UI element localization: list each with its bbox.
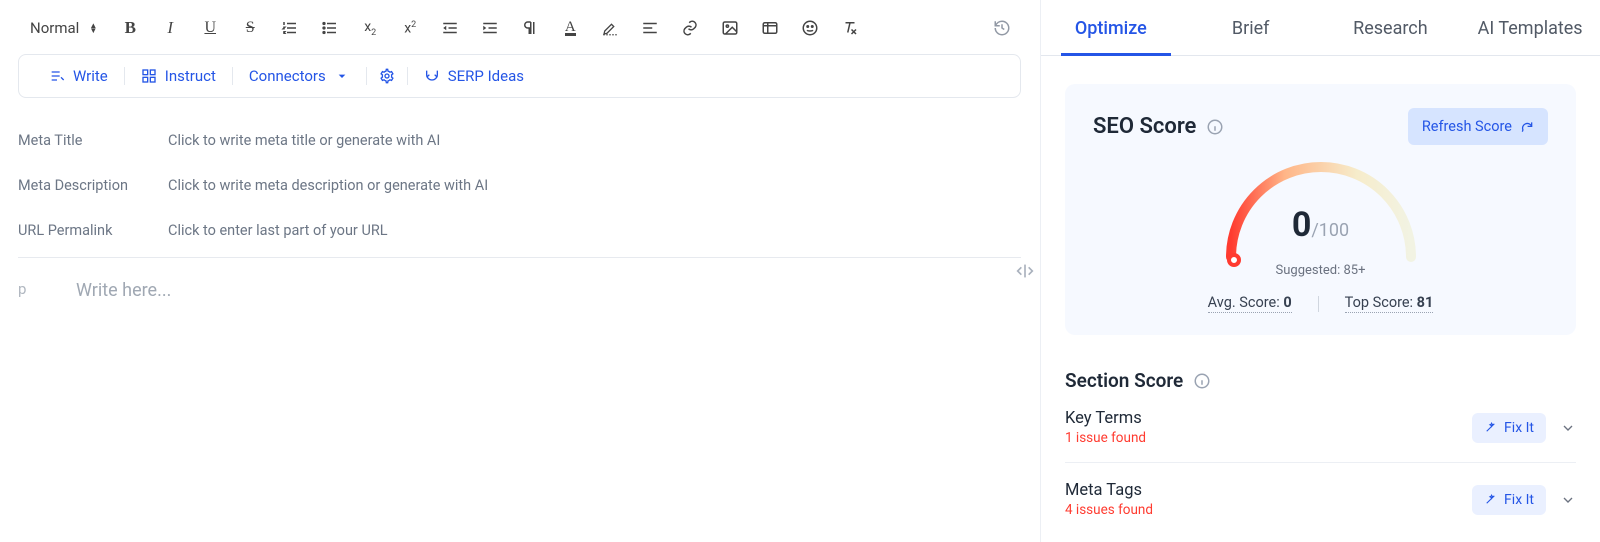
italic-icon[interactable]: I	[157, 15, 183, 41]
image-icon[interactable]	[717, 15, 743, 41]
tab-ai-templates[interactable]: AI Templates	[1460, 0, 1600, 55]
ai-write-button[interactable]: Write	[33, 55, 124, 97]
bold-icon[interactable]: B	[117, 15, 143, 41]
ai-write-label: Write	[73, 67, 108, 85]
unordered-list-icon[interactable]	[317, 15, 343, 41]
meta-url-label: URL Permalink	[18, 222, 168, 239]
block-tag-gutter: p	[18, 280, 76, 298]
refresh-score-button[interactable]: Refresh Score	[1408, 108, 1548, 145]
ai-settings-button[interactable]	[367, 55, 407, 97]
paragraph-dir-icon[interactable]	[517, 15, 543, 41]
superscript-icon[interactable]: x2	[397, 15, 423, 41]
tab-brief-label: Brief	[1232, 18, 1270, 39]
info-icon[interactable]	[1193, 372, 1211, 390]
magic-wand-icon	[1484, 421, 1497, 434]
seo-score-max: /100	[1311, 220, 1349, 241]
gear-icon	[379, 68, 395, 84]
section-score-title: Section Score	[1065, 369, 1183, 392]
editor-placeholder: Write here...	[76, 280, 171, 301]
text-color-icon[interactable]: A	[557, 15, 583, 41]
divider	[18, 257, 1021, 258]
clear-format-icon[interactable]	[837, 15, 863, 41]
issue-name: Key Terms	[1065, 409, 1146, 428]
meta-fields: Meta Title Click to write meta title or …	[18, 118, 1021, 258]
media-icon[interactable]	[757, 15, 783, 41]
tab-research[interactable]: Research	[1321, 0, 1461, 55]
meta-url-row: URL Permalink Click to enter last part o…	[18, 208, 1021, 253]
magic-wand-icon	[1484, 493, 1497, 506]
fix-it-label: Fix It	[1504, 420, 1534, 436]
ai-instruct-button[interactable]: Instruct	[125, 55, 232, 97]
meta-title-row: Meta Title Click to write meta title or …	[18, 118, 1021, 163]
history-icon[interactable]	[989, 15, 1015, 41]
ai-serp-button[interactable]: SERP Ideas	[408, 55, 540, 97]
tab-brief[interactable]: Brief	[1181, 0, 1321, 55]
link-icon[interactable]	[677, 15, 703, 41]
seo-score-number: 0	[1292, 205, 1312, 245]
sort-updown-icon: ▲▼	[89, 23, 97, 33]
ai-serp-label: SERP Ideas	[448, 67, 524, 85]
top-score: Top Score: 81	[1345, 294, 1434, 313]
ai-action-bar: Write Instruct Connectors SERP Ideas	[18, 54, 1021, 98]
format-toolbar: Normal ▲▼ B I U S x2 x2	[18, 10, 1021, 46]
highlight-icon[interactable]	[597, 15, 623, 41]
text-style-label: Normal	[30, 19, 79, 37]
separator	[1318, 296, 1319, 312]
refresh-score-label: Refresh Score	[1422, 118, 1512, 135]
meta-description-row: Meta Description Click to write meta des…	[18, 163, 1021, 208]
fix-it-button[interactable]: Fix It	[1472, 485, 1546, 515]
ai-connectors-label: Connectors	[249, 67, 326, 85]
issue-row-meta-tags: Meta Tags 4 issues found Fix It	[1065, 462, 1576, 524]
ai-instruct-label: Instruct	[165, 67, 216, 85]
underline-icon[interactable]: U	[197, 15, 223, 41]
panel-tabs: Optimize Brief Research AI Templates	[1041, 0, 1600, 56]
seo-benchmark-row: Avg. Score: 0 Top Score: 81	[1093, 294, 1548, 313]
chevron-down-icon[interactable]	[1560, 492, 1576, 508]
seo-score-value: 0/100	[1211, 205, 1431, 245]
gauge-needle-dot	[1227, 253, 1241, 267]
issue-name: Meta Tags	[1065, 481, 1153, 500]
editor-body[interactable]: p Write here...	[18, 280, 1021, 301]
meta-url-input[interactable]: Click to enter last part of your URL	[168, 222, 388, 239]
issue-count: 1 issue found	[1065, 430, 1146, 446]
issue-row-key-terms: Key Terms 1 issue found Fix It	[1065, 392, 1576, 452]
meta-title-label: Meta Title	[18, 132, 168, 149]
ordered-list-icon[interactable]	[277, 15, 303, 41]
tab-research-label: Research	[1353, 18, 1428, 39]
seo-score-title: SEO Score	[1093, 114, 1196, 139]
text-style-select[interactable]: Normal ▲▼	[24, 14, 103, 42]
refresh-icon	[1520, 120, 1534, 134]
chevron-down-icon	[334, 68, 350, 84]
fix-it-label: Fix It	[1504, 492, 1534, 508]
tab-optimize[interactable]: Optimize	[1041, 0, 1181, 55]
align-left-icon[interactable]	[637, 15, 663, 41]
panel-resize-handle[interactable]	[1010, 256, 1040, 286]
tab-underline	[1061, 53, 1171, 56]
section-score: Section Score Key Terms 1 issue found Fi…	[1065, 369, 1576, 524]
seo-gauge: 0/100 Suggested: 85+	[1093, 157, 1548, 278]
tab-optimize-label: Optimize	[1075, 18, 1147, 39]
indent-icon[interactable]	[477, 15, 503, 41]
meta-description-label: Meta Description	[18, 177, 168, 194]
right-panel: Optimize Brief Research AI Templates SEO…	[1040, 0, 1600, 542]
chevron-down-icon[interactable]	[1560, 420, 1576, 436]
emoji-icon[interactable]	[797, 15, 823, 41]
fix-it-button[interactable]: Fix It	[1472, 413, 1546, 443]
issue-count: 4 issues found	[1065, 502, 1153, 518]
seo-score-card: SEO Score Refresh Score	[1065, 84, 1576, 335]
info-icon[interactable]	[1206, 118, 1224, 136]
subscript-icon[interactable]: x2	[357, 15, 383, 41]
strike-icon[interactable]: S	[237, 15, 263, 41]
meta-title-input[interactable]: Click to write meta title or generate wi…	[168, 132, 440, 149]
ai-connectors-button[interactable]: Connectors	[233, 55, 366, 97]
meta-description-input[interactable]: Click to write meta description or gener…	[168, 177, 488, 194]
tab-ai-label: AI Templates	[1478, 18, 1583, 39]
avg-score: Avg. Score: 0	[1208, 294, 1292, 313]
outdent-icon[interactable]	[437, 15, 463, 41]
